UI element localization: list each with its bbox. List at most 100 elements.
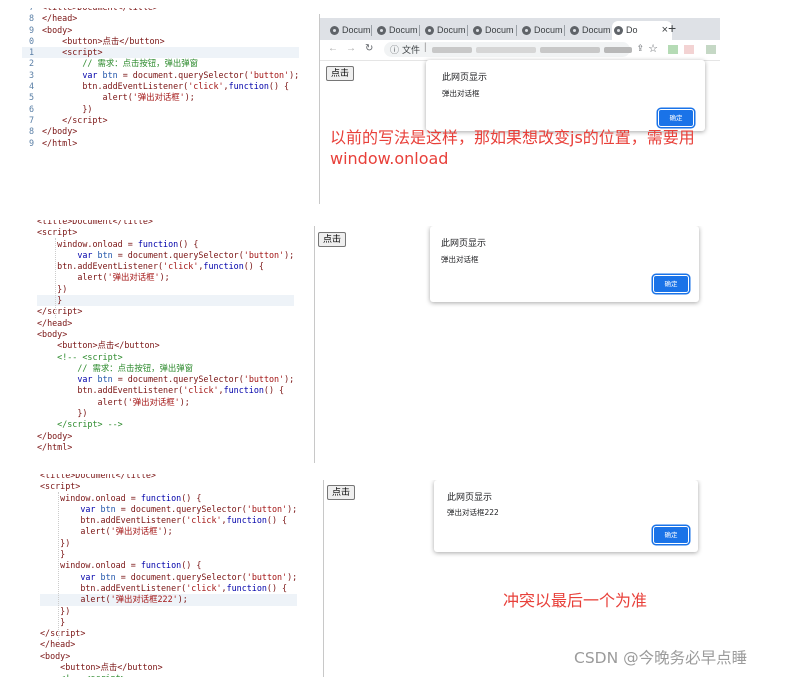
alert-dialog: 此网页显示 弹出对话框222 确定 [434, 480, 698, 552]
dialog-title: 此网页显示 [447, 493, 493, 503]
address-prefix: 文件 [402, 45, 421, 55]
line-number: 9 [28, 137, 34, 148]
line-number: 7 [28, 114, 34, 125]
click-button[interactable]: 点击 [326, 66, 355, 81]
chrome-icon [425, 26, 434, 35]
code-line: }) [40, 605, 71, 616]
code-line: </head> [37, 317, 73, 328]
code-line: } [37, 295, 295, 307]
code-line: window.onload = function() { [40, 560, 202, 571]
code-line: 2 // 需求：点击按钮，弹出弹窗 [22, 58, 299, 69]
code-line: // 需求：点击按钮，弹出弹窗 [77, 362, 193, 373]
chrome-icon [330, 26, 339, 35]
forward-icon[interactable]: → [346, 43, 356, 54]
tab-separator [516, 25, 517, 36]
code-line: <script> [40, 481, 81, 492]
code-line: } [40, 549, 66, 560]
panel1-code-editor: 7<title>Document</title>8</head>9<body>0… [22, 8, 318, 160]
code-line: </head> [40, 639, 76, 650]
line-number: 2 [28, 58, 34, 69]
code-line: 3 var btn = document.querySelector('butt… [22, 70, 299, 81]
line-number: 8 [28, 13, 34, 24]
code-line: var btn = document.querySelector('button… [77, 374, 295, 385]
code-line: alert('弹出对话框222'); [40, 594, 298, 606]
annotation-text: 冲突以最后一个为准 [503, 591, 648, 610]
code-line: alert('弹出对话框'); [37, 396, 190, 407]
tab-5[interactable]: Docum [520, 21, 574, 40]
code-line: 8 </head> [22, 13, 299, 24]
click-button[interactable]: 点击 [327, 485, 356, 500]
code-line: btn.addEventListener('click',function() … [37, 385, 285, 396]
indent-guide [58, 492, 59, 640]
code-line: } [40, 616, 66, 627]
line-number: 5 [28, 92, 34, 103]
ok-button[interactable]: 确定 [653, 526, 689, 544]
code-line: <title>Document</title> [37, 220, 153, 226]
code-line: <!-- <script> [57, 351, 123, 362]
code-line: window.onload = function() { [40, 492, 202, 503]
code-line: <script> [37, 227, 78, 238]
dialog-message: 弹出对话框 [441, 255, 479, 264]
code-line: 5 alert('弹出对话框'); [22, 92, 299, 103]
extension-icon[interactable] [684, 45, 694, 54]
extension-icon[interactable] [706, 45, 716, 54]
line-number: 0 [28, 35, 34, 46]
indent-guide [55, 238, 56, 318]
tab-active[interactable]: Do × [612, 21, 672, 40]
chrome-icon [473, 26, 482, 35]
code-line: }) [37, 408, 88, 419]
tab-2[interactable]: Docum [375, 21, 429, 40]
code-line: window.onload = function() { [37, 238, 199, 249]
code-line: </script> [40, 628, 86, 639]
code-line: 0 <button>点击</button> [22, 36, 299, 47]
reload-icon[interactable]: ↻ [365, 43, 373, 54]
code-line: btn.addEventListener('click',function() … [37, 261, 264, 272]
code-line: </html> [37, 441, 73, 452]
code-line: btn.addEventListener('click',function() … [40, 582, 288, 593]
line-number: 6 [28, 103, 34, 114]
tab-3[interactable]: Docum [423, 21, 477, 40]
code-line: <body> [40, 650, 71, 661]
info-icon: ⓘ [390, 45, 400, 55]
redacted-url [476, 47, 536, 53]
code-line: var btn = document.querySelector('button… [80, 571, 298, 582]
code-line: <body> [37, 328, 68, 339]
panel3-code-editor: <title>Document</title> <script> window.o… [40, 474, 323, 677]
ok-button[interactable]: 确定 [658, 109, 694, 127]
alert-dialog: 此网页显示 弹出对话框 确定 [426, 60, 705, 131]
address-separator: | [424, 42, 427, 53]
panel3-code: <title>Document</title> <script> window.o… [40, 474, 298, 677]
tab-separator [564, 25, 565, 36]
chrome-icon [522, 26, 531, 35]
code-line: 1 <script> [22, 47, 300, 59]
code-line: alert('弹出对话框'); [37, 272, 170, 283]
code-line: <title>Document</title> [40, 474, 156, 480]
redacted-url [540, 47, 600, 53]
bookmark-star-icon[interactable]: ☆ [648, 42, 658, 55]
address-bar[interactable]: ⓘ 文件 | [384, 42, 632, 57]
code-line: }) [37, 283, 68, 294]
code-line: 6 }) [22, 104, 299, 115]
line-number: 8 [28, 126, 34, 137]
panel2-code-editor: <title>Document</title> <script> window.o… [37, 220, 313, 460]
extension-icon[interactable] [668, 45, 678, 54]
back-icon[interactable]: ← [328, 43, 338, 54]
tab-1[interactable]: Docum [328, 21, 382, 40]
redacted-url [432, 47, 472, 53]
ok-button[interactable]: 确定 [653, 275, 689, 293]
share-icon[interactable]: ⇪ [636, 43, 644, 54]
line-number: 3 [28, 69, 34, 80]
code-line: <button>点击</button> [57, 340, 160, 351]
dialog-message: 弹出对话框222 [447, 508, 499, 517]
code-line: 9 <body> [22, 25, 299, 36]
code-line: var btn = document.querySelector('button… [77, 249, 295, 260]
code-line: </script> [37, 306, 83, 317]
code-line: 8 </body> [22, 126, 299, 137]
panel1-browser: Docum Docum Docum Docum Docum Docum Do × … [320, 18, 720, 203]
tab-separator [467, 25, 468, 36]
click-button[interactable]: 点击 [318, 232, 347, 247]
code-line: alert('弹出对话框'); [40, 526, 173, 537]
alert-dialog: 此网页显示 弹出对话框 确定 [430, 226, 699, 302]
new-tab-button[interactable]: + [668, 20, 676, 36]
code-line: }) [40, 537, 71, 548]
